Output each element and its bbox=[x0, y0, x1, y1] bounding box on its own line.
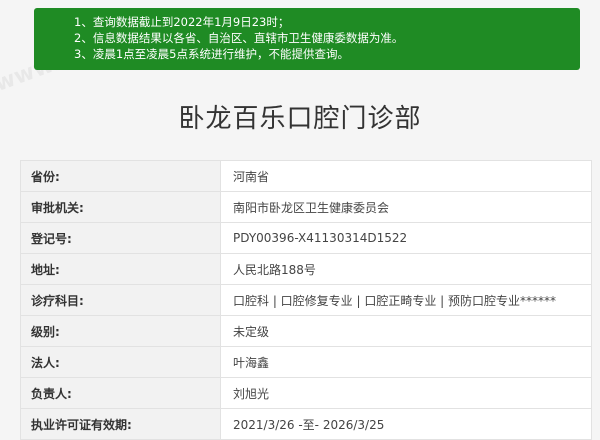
row-value-registration-no: PDY00396-X41130314D1522 bbox=[220, 222, 592, 254]
row-label-province: 省份: bbox=[20, 160, 221, 192]
notice-banner: 1、查询数据截止到2022年1月9日23时； 2、信息数据结果以各省、自治区、直… bbox=[34, 8, 580, 70]
page-title: 卧龙百乐口腔门诊部 bbox=[178, 104, 422, 134]
row-value-departments: 口腔科 | 口腔修复专业 | 口腔正畸专业 | 预防口腔专业****** bbox=[220, 284, 592, 316]
notice-line-1: 1、查询数据截止到2022年1月9日23时； bbox=[74, 15, 290, 29]
row-label-level: 级别: bbox=[20, 315, 221, 347]
row-value-approval-authority: 南阳市卧龙区卫生健康委员会 bbox=[220, 191, 592, 223]
row-value-level: 未定级 bbox=[220, 315, 592, 347]
row-label-address: 地址: bbox=[20, 253, 221, 285]
row-value-legal-person: 叶海鑫 bbox=[220, 346, 592, 378]
row-label-person-in-charge: 负责人: bbox=[20, 377, 221, 409]
row-label-departments: 诊疗科目: bbox=[20, 284, 221, 316]
row-label-registration-no: 登记号: bbox=[20, 222, 221, 254]
row-label-license-validity: 执业许可证有效期: bbox=[20, 408, 221, 440]
table-row: 执业许可证有效期: 2021/3/26 -至- 2026/3/25 bbox=[20, 408, 592, 440]
row-value-person-in-charge: 刘旭光 bbox=[220, 377, 592, 409]
table-row: 法人: 叶海鑫 bbox=[20, 346, 592, 378]
table-row: 地址: 人民北路188号 bbox=[20, 253, 592, 285]
table-row: 诊疗科目: 口腔科 | 口腔修复专业 | 口腔正畸专业 | 预防口腔专业****… bbox=[20, 284, 592, 316]
row-value-address: 人民北路188号 bbox=[220, 253, 592, 285]
row-value-license-validity: 2021/3/26 -至- 2026/3/25 bbox=[220, 408, 592, 440]
table-row: 省份: 河南省 bbox=[20, 160, 592, 192]
row-label-approval-authority: 审批机关: bbox=[20, 191, 221, 223]
notice-line-3: 3、凌晨1点至凌晨5点系统进行维护，不能提供查询。 bbox=[74, 47, 349, 61]
notice-line-2: 2、信息数据结果以各省、自治区、直辖市卫生健康委数据为准。 bbox=[74, 31, 404, 45]
table-row: 审批机关: 南阳市卧龙区卫生健康委员会 bbox=[20, 191, 592, 223]
table-row: 负责人: 刘旭光 bbox=[20, 377, 592, 409]
row-value-province: 河南省 bbox=[220, 160, 592, 192]
table-row: 登记号: PDY00396-X41130314D1522 bbox=[20, 222, 592, 254]
table-row: 级别: 未定级 bbox=[20, 315, 592, 347]
row-label-legal-person: 法人: bbox=[20, 346, 221, 378]
info-table: 省份: 河南省 审批机关: 南阳市卧龙区卫生健康委员会 登记号: PDY0039… bbox=[20, 160, 592, 440]
